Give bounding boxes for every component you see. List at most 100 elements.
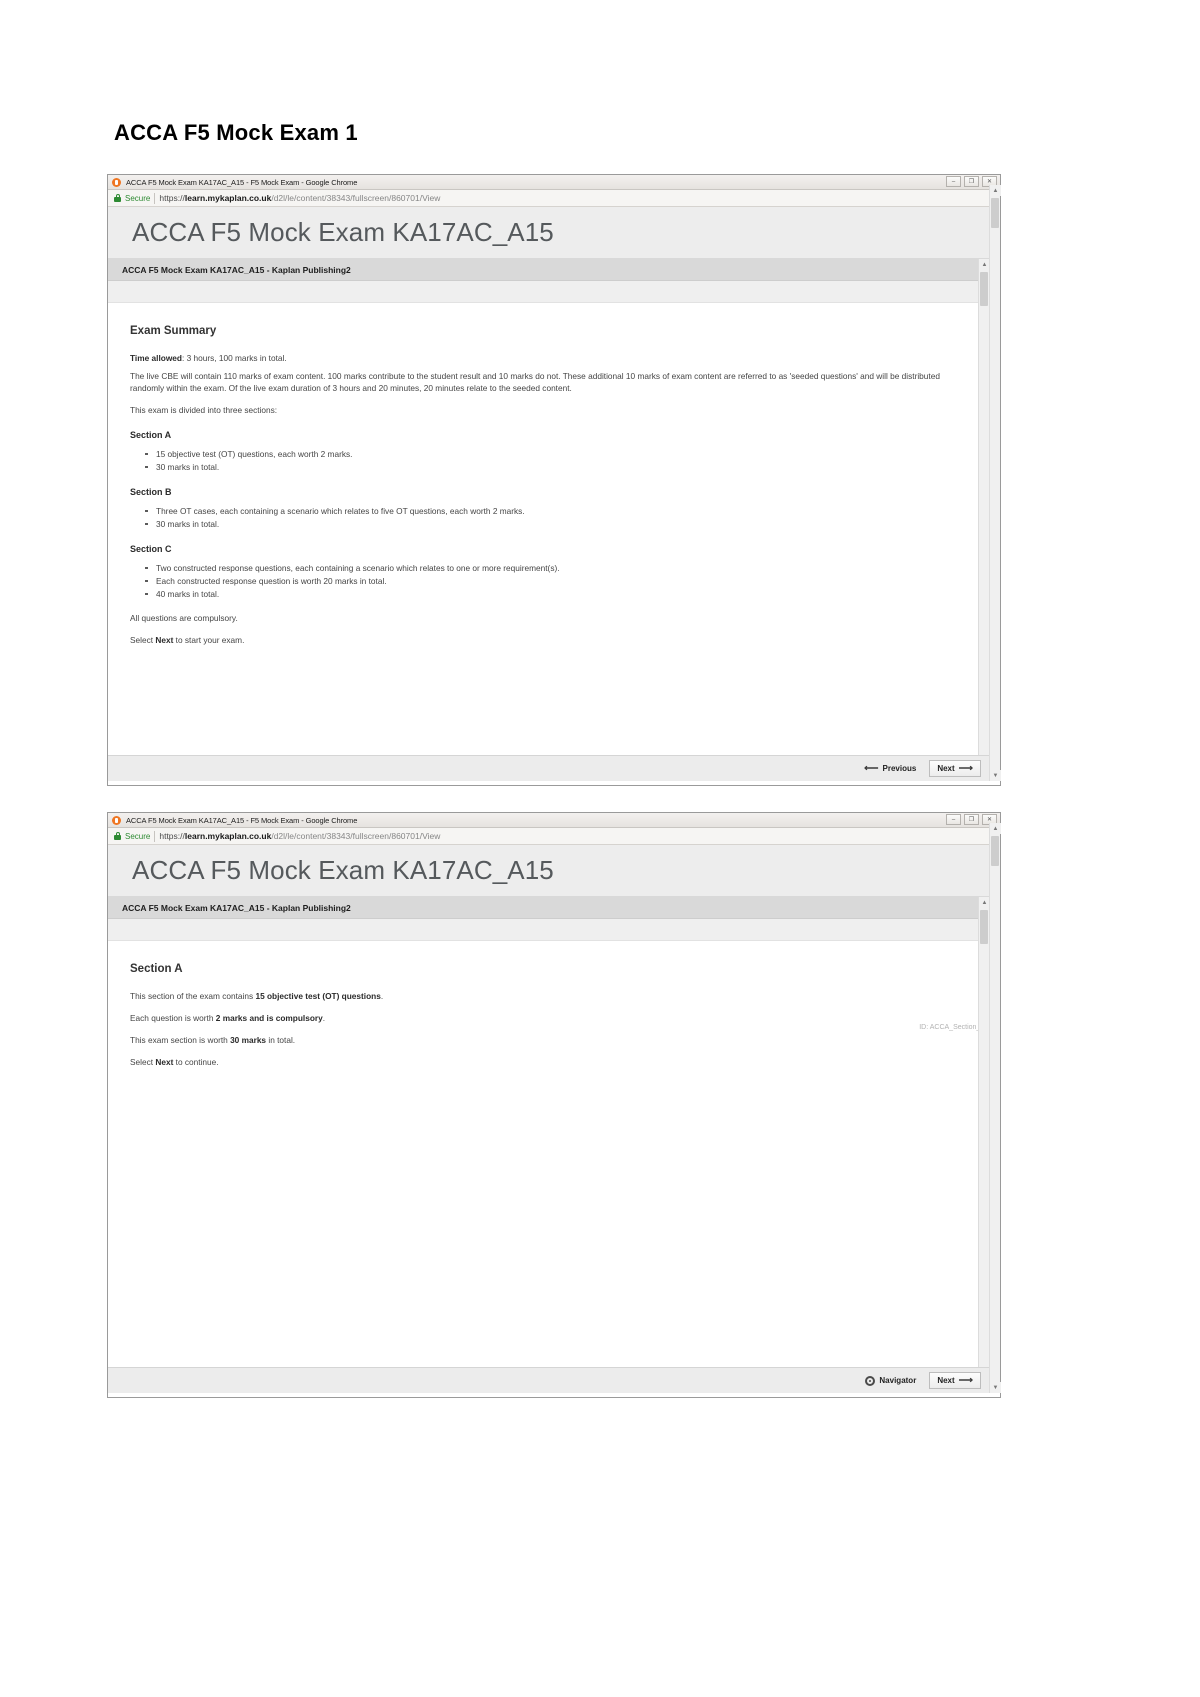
breadcrumb: ACCA F5 Mock Exam KA17AC_A15 - Kaplan Pu… [108, 897, 989, 919]
time-allowed-label: Time allowed [130, 352, 182, 363]
section-c-bullets: Two constructed response questions, each… [130, 562, 967, 600]
select-next-prefix: Select [130, 635, 156, 645]
content-heading: Section A [130, 963, 183, 975]
line3-suffix: in total. [266, 1034, 296, 1045]
content-scrollbar[interactable]: ▲ ▼ [978, 259, 990, 781]
url-scheme: https:// [159, 193, 185, 203]
section-worth-line: This exam section is worth 30 marks in t… [130, 1034, 967, 1046]
navigator-button[interactable]: Navigator [858, 1372, 923, 1389]
breadcrumb: ACCA F5 Mock Exam KA17AC_A15 - Kaplan Pu… [108, 259, 989, 281]
line1-bold: 15 objective test (OT) questions [255, 990, 381, 1001]
secure-label: Secure [125, 831, 151, 841]
list-item: Each constructed response question is wo… [145, 575, 967, 587]
url-host: learn.mykaplan.co.uk [184, 193, 272, 203]
previous-label: Previous [882, 764, 917, 773]
previous-button[interactable]: ⟵ Previous [857, 760, 923, 777]
window-titlebar: ACCA F5 Mock Exam KA17AC_A15 - F5 Mock E… [108, 175, 1000, 190]
footer-nav: ⟵ Previous Next ⟶ [108, 755, 989, 781]
course-title: ACCA F5 Mock Exam KA17AC_A15 [132, 217, 554, 247]
scroll-down-icon[interactable]: ▼ [990, 770, 1001, 781]
select-next-line: Select Next to continue. [130, 1056, 967, 1068]
course-header: ACCA F5 Mock Exam KA17AC_A15 [108, 845, 1000, 897]
navigator-label: Navigator [879, 1376, 917, 1385]
select-next-paragraph: Select Next to start your exam. [130, 634, 967, 646]
page-title: ACCA F5 Mock Exam 1 [114, 120, 358, 145]
scroll-thumb[interactable] [980, 272, 988, 306]
select-next-suffix: to start your exam. [173, 635, 245, 645]
line2-bold: 2 marks and is compulsory [215, 1012, 323, 1023]
maximize-icon[interactable]: ❐ [964, 176, 979, 187]
course-title: ACCA F5 Mock Exam KA17AC_A15 [132, 855, 554, 885]
exam-summary-content: Exam Summary Time allowed: 3 hours, 100 … [108, 303, 989, 646]
question-worth-line: Each question is worth 2 marks and is co… [130, 1012, 967, 1024]
section-a-heading: Section A [130, 429, 172, 440]
breadcrumb-label: ACCA F5 Mock Exam KA17AC_A15 - Kaplan Pu… [122, 264, 351, 275]
secure-label: Secure [125, 193, 151, 203]
url-scheme: https:// [159, 831, 185, 841]
minimize-icon[interactable]: – [946, 176, 961, 187]
footer-nav: Navigator Next ⟶ [108, 1367, 989, 1393]
chrome-favicon [112, 815, 121, 825]
toolbar-spacer [108, 919, 989, 941]
lock-icon [114, 194, 121, 202]
content-area: ACCA F5 Mock Exam KA17AC_A15 - Kaplan Pu… [108, 823, 1001, 1393]
lock-icon [114, 832, 121, 840]
browser-window-section-a: ACCA F5 Mock Exam KA17AC_A15 - F5 Mock E… [107, 812, 1001, 1398]
breadcrumb-label: ACCA F5 Mock Exam KA17AC_A15 - Kaplan Pu… [122, 902, 351, 913]
scroll-thumb[interactable] [991, 198, 999, 228]
arrow-right-icon: ⟶ [958, 1374, 973, 1386]
line4-bold: Next [155, 1056, 174, 1067]
scroll-thumb[interactable] [980, 910, 988, 944]
section-b-heading: Section B [130, 486, 172, 497]
compulsory-paragraph: All questions are compulsory. [130, 612, 238, 623]
line4-suffix: to continue. [173, 1056, 219, 1067]
omnibox-divider [154, 830, 156, 842]
scroll-up-icon[interactable]: ▲ [990, 823, 1001, 834]
time-allowed-line: Time allowed: 3 hours, 100 marks in tota… [130, 352, 967, 364]
window-scrollbar[interactable]: ▲ ▼ [989, 823, 1001, 1393]
list-item: Three OT cases, each containing a scenar… [145, 505, 967, 517]
scroll-up-icon[interactable]: ▲ [990, 185, 1001, 196]
url-host: learn.mykaplan.co.uk [184, 831, 272, 841]
content-heading: Exam Summary [130, 325, 217, 337]
line1-suffix: . [380, 990, 384, 1001]
chrome-favicon [112, 177, 121, 187]
content-scrollbar[interactable]: ▲ ▼ [978, 897, 990, 1393]
line2-suffix: . [322, 1012, 326, 1023]
content-id-tag: ID: ACCA_Section_A [919, 1024, 985, 1031]
toolbar-spacer [108, 281, 989, 303]
arrow-right-icon: ⟶ [958, 762, 973, 774]
window-title: ACCA F5 Mock Exam KA17AC_A15 - F5 Mock E… [126, 177, 358, 187]
time-allowed-value: : 3 hours, 100 marks in total. [181, 352, 287, 363]
address-bar[interactable]: Secure https://learn.mykaplan.co.uk/d2l/… [108, 190, 1000, 207]
section-contains-line: This section of the exam contains 15 obj… [130, 990, 967, 1002]
address-bar[interactable]: Secure https://learn.mykaplan.co.uk/d2l/… [108, 828, 1000, 845]
section-c-heading: Section C [130, 543, 172, 554]
section-b-bullets: Three OT cases, each containing a scenar… [130, 505, 967, 530]
url-path: /d2l/le/content/38343/fullscreen/860701/… [271, 831, 441, 841]
line2-prefix: Each question is worth [130, 1012, 216, 1023]
window-titlebar: ACCA F5 Mock Exam KA17AC_A15 - F5 Mock E… [108, 813, 1000, 828]
course-header: ACCA F5 Mock Exam KA17AC_A15 [108, 207, 1000, 259]
line3-prefix: This exam section is worth [130, 1034, 231, 1045]
intro-paragraph: The live CBE will contain 110 marks of e… [130, 370, 940, 393]
section-a-bullets: 15 objective test (OT) questions, each w… [130, 448, 967, 473]
next-button[interactable]: Next ⟶ [929, 760, 981, 777]
next-button[interactable]: Next ⟶ [929, 1372, 981, 1389]
maximize-icon[interactable]: ❐ [964, 814, 979, 825]
list-item: 30 marks in total. [145, 518, 967, 530]
window-title: ACCA F5 Mock Exam KA17AC_A15 - F5 Mock E… [126, 815, 358, 825]
arrow-left-icon: ⟵ [864, 762, 879, 774]
gear-icon [865, 1375, 876, 1386]
section-a-content: Section A This section of the exam conta… [108, 941, 989, 1068]
list-item: 40 marks in total. [145, 588, 967, 600]
window-scrollbar[interactable]: ▲ ▼ [989, 185, 1001, 781]
list-item: 30 marks in total. [145, 461, 967, 473]
omnibox-divider [154, 192, 156, 204]
line1-prefix: This section of the exam contains [130, 990, 256, 1001]
scroll-thumb[interactable] [991, 836, 999, 866]
scroll-down-icon[interactable]: ▼ [990, 1382, 1001, 1393]
line3-bold: 30 marks [230, 1034, 267, 1045]
minimize-icon[interactable]: – [946, 814, 961, 825]
content-area: ACCA F5 Mock Exam KA17AC_A15 - Kaplan Pu… [108, 185, 1001, 781]
